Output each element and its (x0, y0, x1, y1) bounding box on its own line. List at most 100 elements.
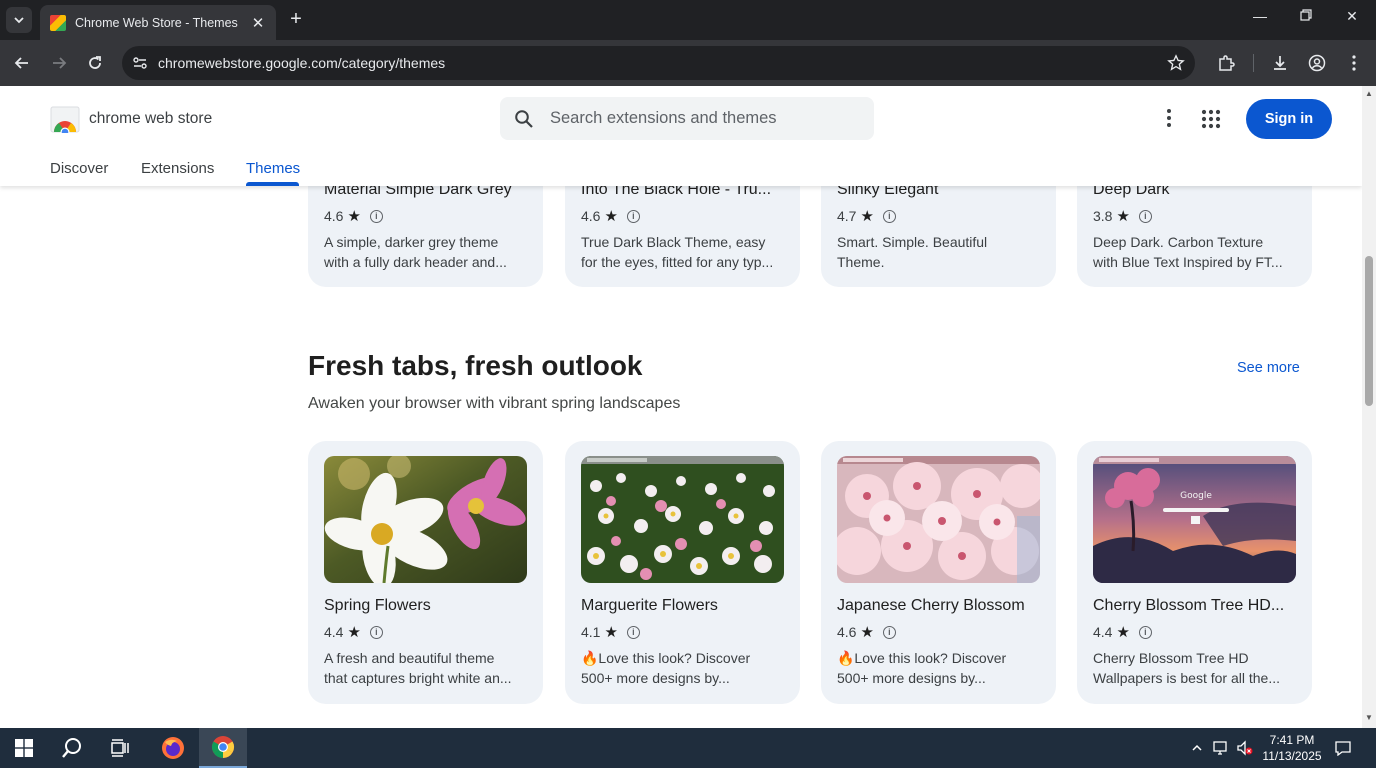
card-description: True Dark Black Theme, easy for the eyes… (581, 232, 786, 272)
info-icon[interactable]: i (1138, 625, 1152, 639)
description-line: Smart. Simple. Beautiful (837, 234, 988, 250)
firefox-taskbar-button[interactable] (149, 728, 197, 768)
new-tab-button[interactable]: + (286, 9, 306, 29)
theme-card[interactable]: Marguerite Flowers 4.1 ★ i 🔥Love this look… (565, 441, 800, 704)
chrome-web-store-logo-icon[interactable] (50, 105, 80, 133)
star-icon: ★ (860, 624, 874, 641)
minimize-button[interactable]: — (1250, 8, 1270, 24)
description-line: 🔥Love this look? Discover (837, 650, 1007, 666)
extensions-button[interactable] (1214, 51, 1238, 75)
card-title: Japanese Cherry Blossom (837, 597, 1025, 614)
reload-button[interactable] (83, 51, 107, 75)
theme-card[interactable]: Google Cherry Blossom Tree HD... 4.4 ★ i C… (1077, 441, 1312, 704)
description-line: 500+ more designs by... (837, 670, 986, 686)
see-more-link[interactable]: See more (1237, 360, 1300, 376)
info-icon[interactable]: i (369, 625, 383, 639)
card-rating: 4.6 ★ i (324, 207, 383, 225)
tab-title: Chrome Web Store - Themes (75, 15, 238, 30)
theme-card[interactable]: Spring Flowers 4.4 ★ i A fresh and beautif… (308, 441, 543, 704)
info-icon[interactable]: i (882, 625, 896, 639)
forward-button[interactable] (47, 51, 71, 75)
chrome-menu-button[interactable] (1342, 51, 1366, 75)
toolbar-divider (1253, 54, 1254, 72)
volume-muted-icon (1237, 740, 1253, 756)
section-title: Fresh tabs, fresh outlook (308, 350, 643, 381)
google-apps-icon[interactable] (1200, 108, 1222, 130)
more-vertical-icon (1167, 109, 1171, 127)
card-rating: 3.8 ★ i (1093, 207, 1152, 225)
site-settings-icon[interactable] (132, 55, 148, 71)
back-button[interactable] (10, 51, 34, 75)
tab-search-button[interactable] (6, 7, 32, 33)
nav-tab-extensions[interactable]: Extensions (141, 160, 214, 177)
card-description: 🔥Love this look? Discover 500+ more desi… (837, 648, 1042, 688)
start-button[interactable] (0, 728, 48, 768)
taskbar-search-button[interactable] (48, 728, 96, 768)
chevron-down-icon (14, 17, 24, 24)
network-button[interactable] (1212, 739, 1230, 757)
rating-value: 4.6 (324, 208, 344, 224)
info-icon[interactable]: i (626, 209, 640, 223)
close-tab-icon[interactable]: ✕ (250, 14, 266, 32)
scrollbar-thumb[interactable] (1365, 256, 1373, 406)
search-box[interactable]: Search extensions and themes (500, 97, 874, 140)
description-line: Cherry Blossom Tree HD (1093, 650, 1249, 666)
scroll-down-arrow-icon[interactable]: ▼ (1365, 714, 1373, 722)
info-icon[interactable]: i (1138, 209, 1152, 223)
card-description: 🔥Love this look? Discover 500+ more desi… (581, 648, 786, 688)
card-title: Spring Flowers (324, 597, 431, 614)
theme-thumbnail-marguerite-flowers (581, 456, 784, 583)
info-icon[interactable]: i (369, 209, 383, 223)
star-icon: ★ (1116, 208, 1130, 225)
card-title: Cherry Blossom Tree HD... (1093, 597, 1285, 614)
profile-button[interactable] (1305, 51, 1329, 75)
scroll-up-arrow-icon[interactable]: ▲ (1365, 90, 1373, 98)
rating-value: 3.8 (1093, 208, 1113, 224)
card-description: Smart. Simple. Beautiful Theme. (837, 232, 1042, 272)
info-icon[interactable]: i (626, 625, 640, 639)
theme-card[interactable]: Japanese Cherry Blossom 4.6 ★ i 🔥Love this… (821, 441, 1056, 704)
star-icon: ★ (347, 624, 361, 641)
reload-icon (89, 56, 101, 69)
more-vertical-icon (1352, 55, 1356, 71)
clock-date: 11/13/2025 (1262, 749, 1322, 763)
taskbar-clock[interactable]: 7:41 PM 11/13/2025 (1256, 732, 1328, 764)
nav-tab-discover[interactable]: Discover (50, 160, 108, 177)
task-view-button[interactable] (96, 728, 144, 768)
rating-value: 4.1 (581, 624, 601, 640)
volume-button[interactable] (1236, 739, 1254, 757)
chrome-taskbar-button[interactable] (199, 728, 247, 768)
star-icon: ★ (1116, 624, 1130, 641)
account-icon (1308, 54, 1326, 72)
bookmark-star-icon[interactable] (1167, 54, 1185, 72)
info-icon[interactable]: i (882, 209, 896, 223)
maximize-button[interactable] (1296, 8, 1316, 24)
store-brand-name[interactable]: chrome web store (89, 110, 212, 128)
notification-icon (1335, 741, 1351, 756)
description-line: with Blue Text Inspired by FT... (1093, 254, 1283, 270)
clock-time: 7:41 PM (1269, 733, 1315, 747)
rating-value: 4.6 (837, 624, 857, 640)
page-scrollbar[interactable]: ▲ ▼ (1362, 86, 1376, 728)
description-line: that captures bright white an... (324, 670, 512, 686)
close-window-button[interactable]: ✕ (1342, 8, 1362, 25)
card-rating: 4.7 ★ i (837, 207, 896, 225)
star-icon: ★ (347, 208, 361, 225)
windows-taskbar: 7:41 PM 11/13/2025 (0, 728, 1376, 768)
address-bar[interactable]: chromewebstore.google.com/category/theme… (122, 46, 1195, 80)
description-line: Theme. (837, 254, 885, 270)
nav-tab-themes[interactable]: Themes (246, 160, 300, 177)
puzzle-icon (1219, 55, 1235, 71)
browser-tab[interactable]: Chrome Web Store - Themes ✕ (40, 5, 276, 40)
store-menu-button[interactable] (1158, 106, 1180, 130)
card-rating: 4.6 ★ i (581, 207, 640, 225)
description-line: 🔥Love this look? Discover (581, 650, 751, 666)
firefox-icon (162, 737, 184, 759)
show-hidden-icons-button[interactable] (1188, 739, 1206, 757)
sign-in-button[interactable]: Sign in (1246, 99, 1332, 139)
downloads-button[interactable] (1268, 51, 1292, 75)
store-favicon-icon (50, 14, 66, 31)
star-icon: ★ (604, 624, 618, 641)
notifications-button[interactable] (1334, 739, 1352, 757)
card-title: Marguerite Flowers (581, 597, 718, 614)
